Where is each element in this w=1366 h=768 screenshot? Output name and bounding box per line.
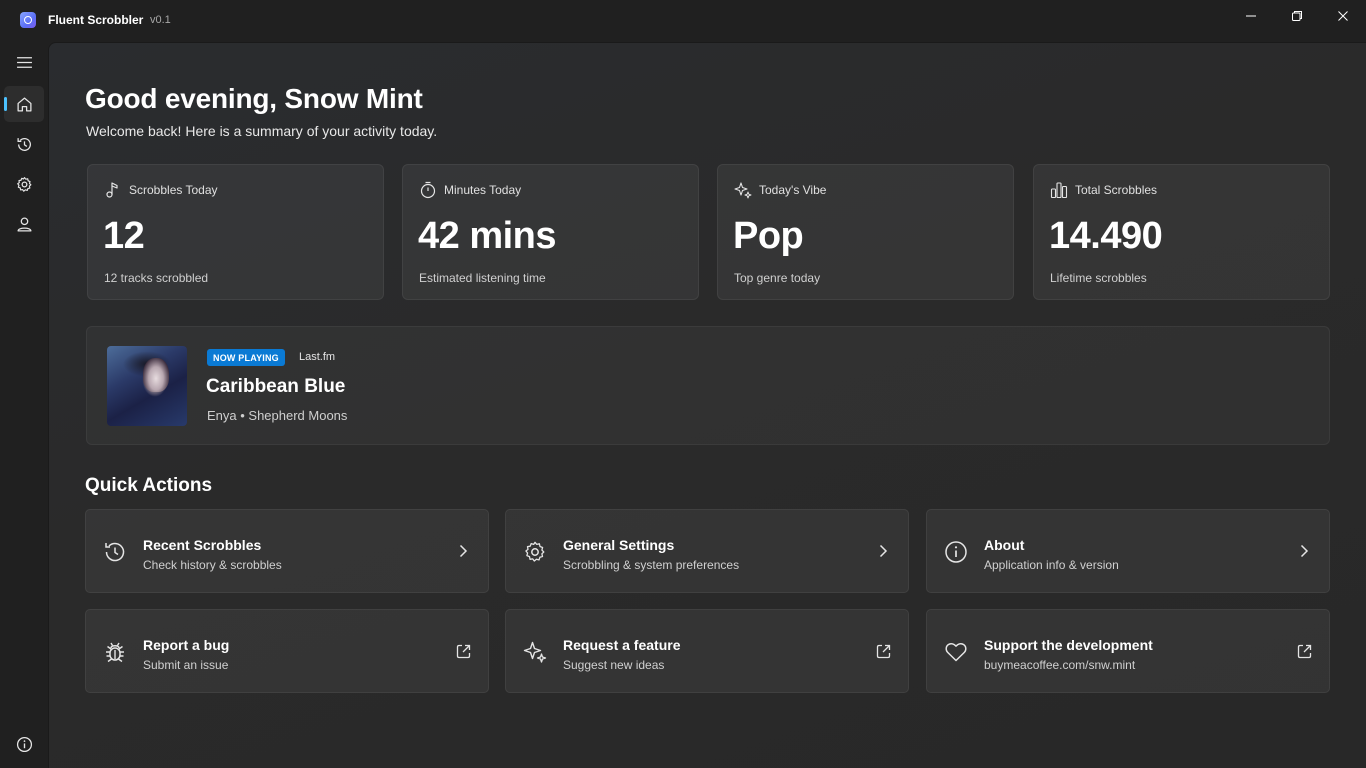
stat-label: Scrobbles Today — [129, 183, 218, 197]
sidebar-item-history[interactable] — [4, 126, 44, 162]
stat-value: 42 mins — [418, 215, 557, 257]
stat-caption: Estimated listening time — [419, 271, 546, 285]
info-icon — [16, 736, 32, 752]
stat-caption: Top genre today — [734, 271, 821, 285]
stat-label: Today's Vibe — [759, 183, 827, 197]
stat-card-todays-vibe: Today's Vibe Pop Top genre today — [717, 164, 1014, 300]
minimize-icon — [1246, 15, 1256, 17]
chevron-right-icon — [1300, 544, 1309, 558]
action-title: About — [984, 537, 1025, 553]
sidebar-item-info[interactable] — [4, 726, 44, 762]
app-version: v0.1 — [150, 14, 171, 26]
restore-icon — [1292, 11, 1302, 21]
sparkle-icon — [523, 641, 547, 663]
menu-icon — [16, 56, 32, 68]
music-note-icon — [106, 182, 118, 198]
sidebar-item-home[interactable] — [4, 86, 44, 122]
history-icon — [16, 137, 31, 151]
bar-chart-icon — [1050, 182, 1068, 199]
action-desc: Suggest new ideas — [563, 658, 665, 672]
stat-card-total-scrobbles: Total Scrobbles 14.490 Lifetime scrobble… — [1033, 164, 1330, 300]
support-development-button[interactable]: Support the development buymeacoffee.com… — [926, 609, 1330, 693]
main-content: Good evening, Snow Mint Welcome back! He… — [48, 42, 1366, 768]
stat-caption: 12 tracks scrobbled — [104, 271, 209, 285]
open-external-icon — [456, 644, 471, 659]
info-icon — [945, 541, 967, 563]
action-title: Support the development — [984, 637, 1153, 653]
settings-icon — [525, 541, 545, 562]
now-playing-source: Last.fm — [299, 351, 336, 363]
action-desc: buymeacoffee.com/snw.mint — [984, 658, 1136, 672]
minimize-button[interactable] — [1228, 0, 1274, 32]
profile-icon — [16, 216, 32, 232]
menu-toggle-button[interactable] — [4, 44, 44, 80]
action-title: Report a bug — [143, 637, 230, 653]
action-title: Request a feature — [563, 637, 681, 653]
stat-label: Total Scrobbles — [1075, 183, 1158, 197]
action-desc: Submit an issue — [143, 658, 229, 672]
action-desc: Scrobbling & system preferences — [563, 558, 740, 572]
action-title: Recent Scrobbles — [143, 537, 262, 553]
sidebar-item-settings[interactable] — [4, 166, 44, 202]
stat-caption: Lifetime scrobbles — [1050, 271, 1147, 285]
request-feature-button[interactable]: Request a feature Suggest new ideas — [505, 609, 909, 693]
about-button[interactable]: About Application info & version — [926, 509, 1330, 593]
sidebar-item-profile[interactable] — [4, 206, 44, 242]
report-bug-button[interactable]: Report a bug Submit an issue — [85, 609, 489, 693]
stat-value: 12 — [103, 215, 145, 257]
sparkle-icon — [734, 182, 752, 199]
quick-actions-title: Quick Actions — [85, 475, 213, 496]
stat-value: Pop — [733, 215, 804, 257]
general-settings-button[interactable]: General Settings Scrobbling & system pre… — [505, 509, 909, 593]
open-external-icon — [876, 644, 891, 659]
track-title: Caribbean Blue — [206, 376, 346, 397]
restore-button[interactable] — [1274, 0, 1320, 32]
app-logo-icon — [20, 12, 36, 28]
chevron-right-icon — [879, 544, 888, 558]
title-bar: Fluent Scrobbler v0.1 — [0, 0, 1366, 42]
open-external-icon — [1297, 644, 1312, 659]
now-playing-card[interactable]: NOW PLAYING Last.fm Caribbean Blue Enya … — [86, 326, 1330, 445]
stat-label: Minutes Today — [444, 183, 522, 197]
sidebar — [0, 42, 48, 768]
heart-icon — [945, 642, 967, 662]
action-desc: Application info & version — [984, 558, 1119, 572]
recent-scrobbles-button[interactable]: Recent Scrobbles Check history & scrobbl… — [85, 509, 489, 593]
app-title: Fluent Scrobbler — [48, 13, 144, 27]
action-desc: Check history & scrobbles — [143, 558, 282, 572]
album-art — [107, 346, 187, 426]
history-icon — [105, 542, 125, 562]
home-icon — [16, 96, 32, 112]
stat-value: 14.490 — [1049, 215, 1163, 257]
track-artist-album: Enya • Shepherd Moons — [207, 408, 348, 423]
page-subtitle: Welcome back! Here is a summary of your … — [86, 123, 438, 139]
close-icon — [1338, 11, 1348, 21]
now-playing-badge: NOW PLAYING — [207, 349, 285, 366]
page-title: Good evening, Snow Mint — [85, 83, 423, 114]
settings-icon — [16, 176, 31, 192]
timer-icon — [420, 181, 436, 199]
close-button[interactable] — [1320, 0, 1366, 32]
action-title: General Settings — [563, 537, 675, 553]
stat-card-scrobbles-today: Scrobbles Today 12 12 tracks scrobbled — [87, 164, 384, 300]
bug-icon — [106, 642, 124, 663]
stat-card-minutes-today: Minutes Today 42 mins Estimated listenin… — [402, 164, 699, 300]
chevron-right-icon — [459, 544, 468, 558]
